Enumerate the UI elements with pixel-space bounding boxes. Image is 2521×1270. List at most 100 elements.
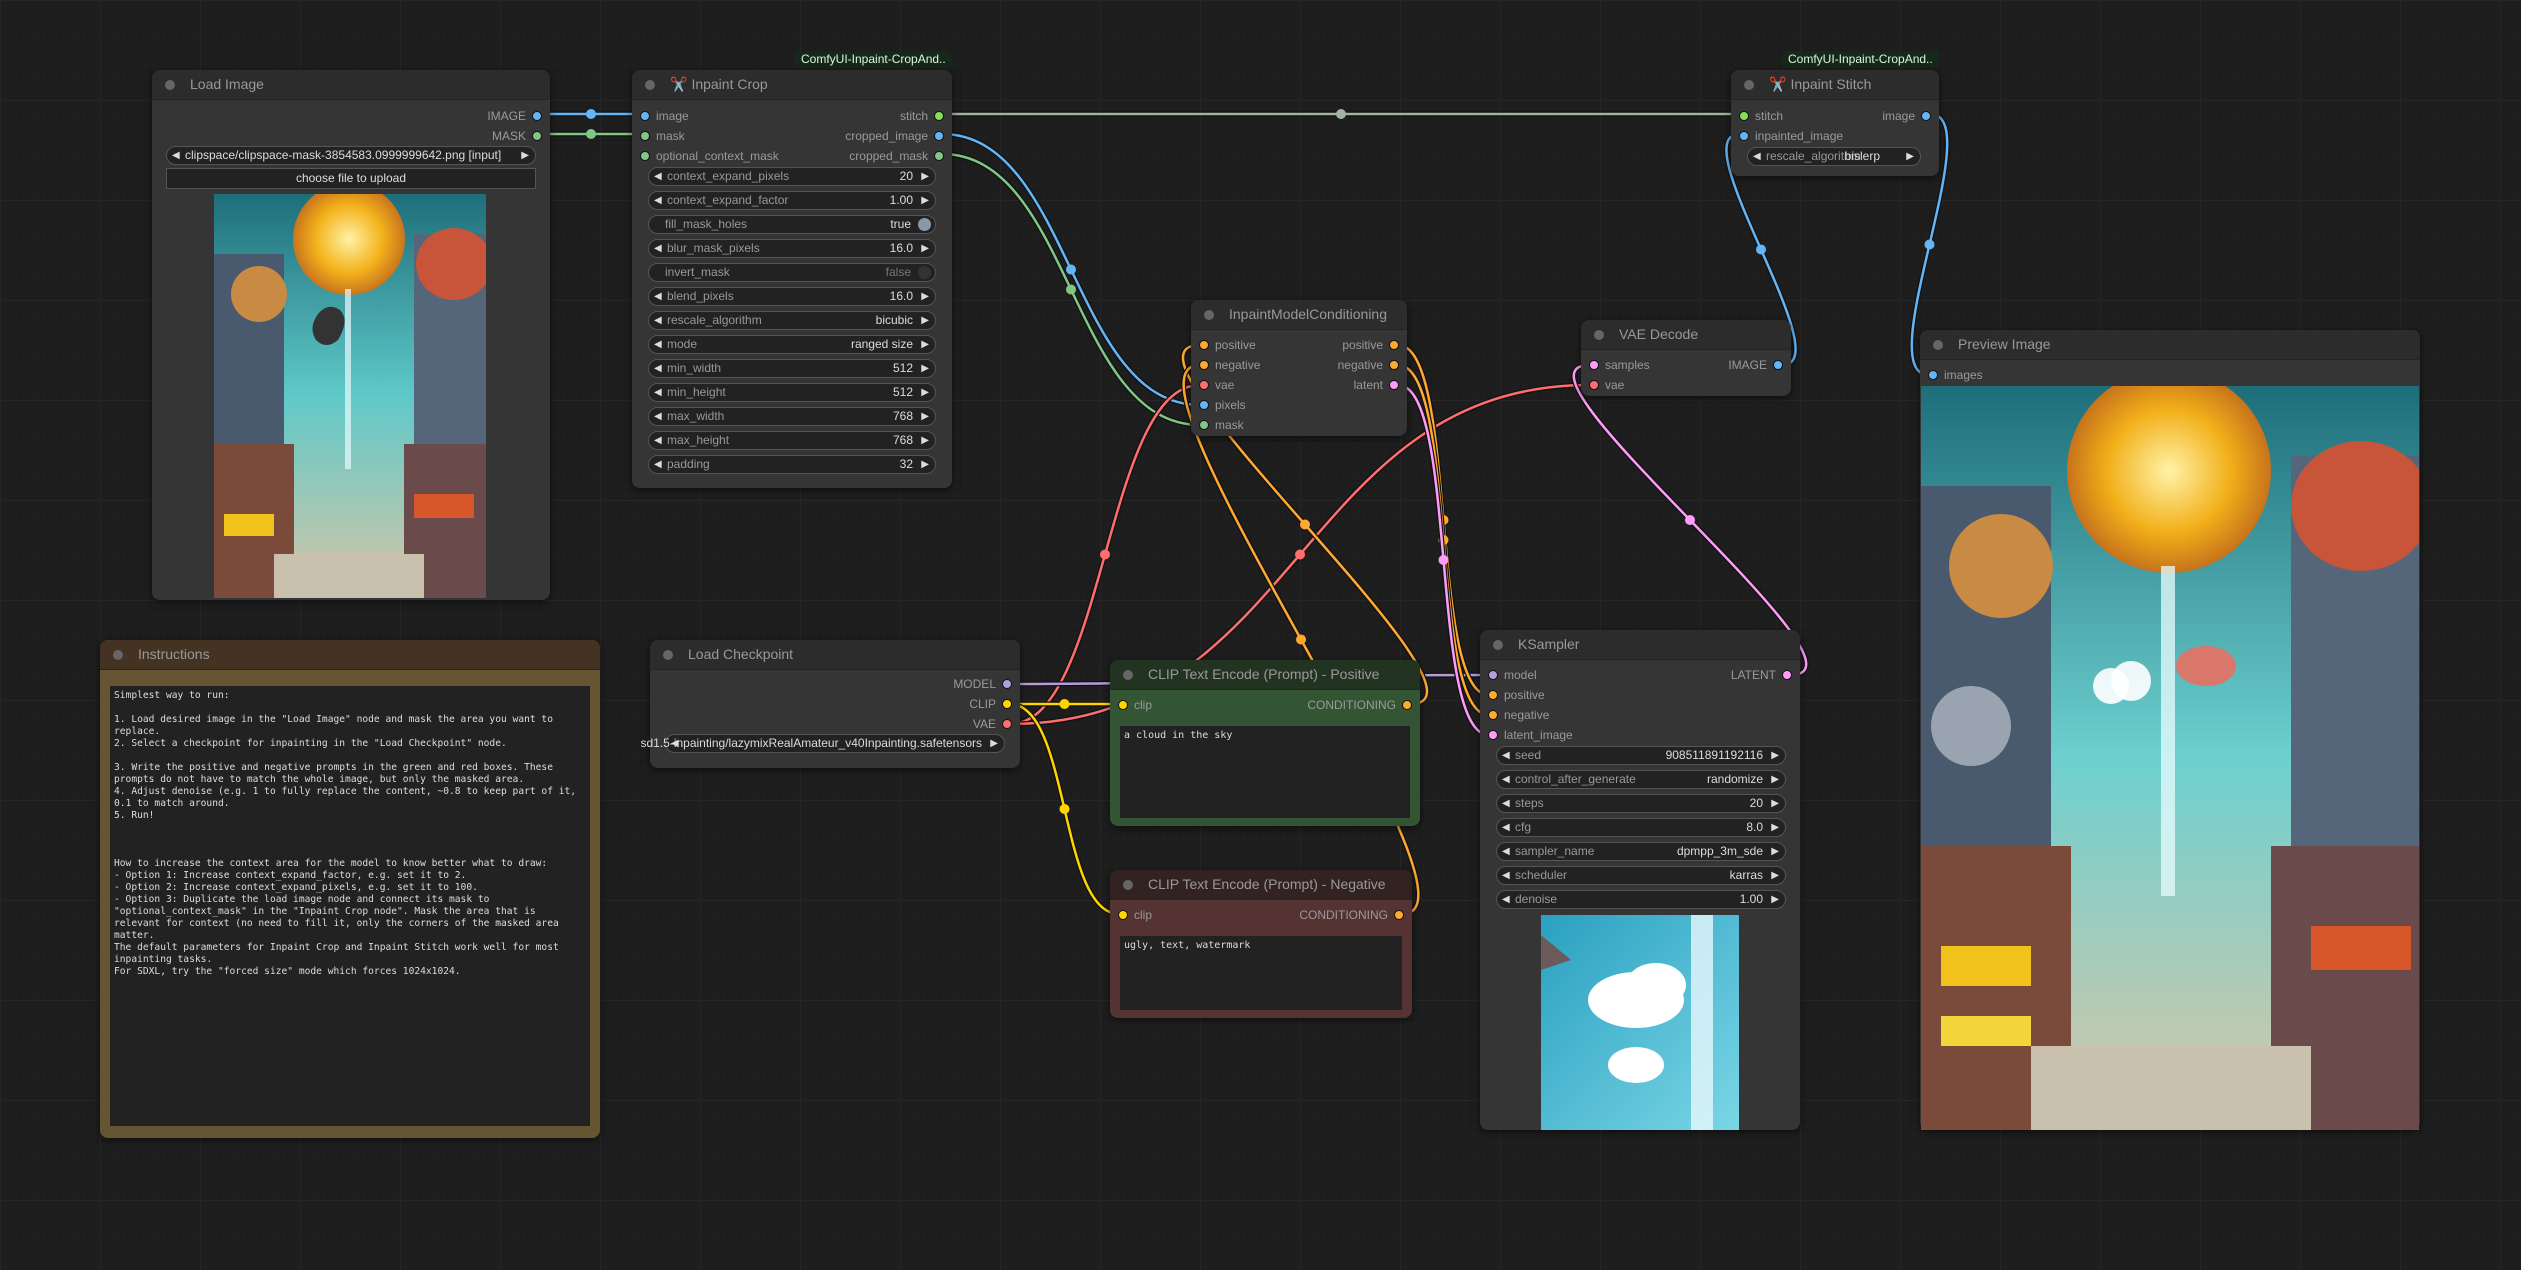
output-slot-conditioning[interactable]: CONDITIONING — [1299, 905, 1404, 925]
link-mask-to-crop-midpoint[interactable] — [586, 129, 596, 139]
pin-stitch[interactable] — [1739, 111, 1749, 121]
pin-conditioning[interactable] — [1199, 340, 1209, 350]
arrow-left-icon[interactable]: ◀ — [1753, 148, 1761, 165]
link-cond-positive-to-ksampler-midpoint[interactable] — [1438, 515, 1449, 525]
arrow-left-icon[interactable]: ◀ — [1502, 843, 1510, 860]
output-slot-latent[interactable]: LATENT — [1731, 665, 1792, 685]
instructions-text[interactable] — [110, 686, 590, 1126]
pin-latent[interactable] — [1389, 380, 1399, 390]
arrow-left-icon[interactable]: ◀ — [1502, 747, 1510, 764]
arrow-left-icon[interactable]: ◀ — [172, 147, 180, 164]
input-slot-negative[interactable]: negative — [1488, 705, 1549, 725]
input-slot-mask[interactable]: mask — [640, 126, 685, 146]
arrow-right-icon[interactable]: ▶ — [921, 384, 929, 401]
widget-min-height[interactable]: ◀ min_height 512 ▶ — [648, 383, 936, 402]
output-slot-latent[interactable]: latent — [1354, 375, 1399, 395]
arrow-left-icon[interactable]: ◀ — [654, 312, 662, 329]
output-slot-image[interactable]: IMAGE — [1728, 355, 1783, 375]
pin-mask[interactable] — [640, 131, 650, 141]
node-title-bar[interactable]: ✂️ Inpaint Stitch — [1731, 70, 1939, 100]
node-vae-decode[interactable]: VAE Decode samples vae IMAGE — [1581, 320, 1791, 396]
output-slot-negative[interactable]: negative — [1338, 355, 1399, 375]
collapse-dot[interactable] — [1123, 670, 1133, 680]
collapse-dot[interactable] — [1933, 340, 1943, 350]
input-slot-pixels[interactable]: pixels — [1199, 395, 1246, 415]
link-vae-to-decode-midpoint[interactable] — [1295, 549, 1305, 560]
collapse-dot[interactable] — [645, 80, 655, 90]
widget-rescale-algorithm[interactable]: ◀ rescale_algorithm bislerp ▶ — [1747, 147, 1921, 166]
link-cropped-image-to-pixels-midpoint[interactable] — [1066, 264, 1076, 275]
link-negative-to-conditioning-midpoint[interactable] — [1296, 634, 1306, 645]
input-slot-samples[interactable]: samples — [1589, 355, 1650, 375]
arrow-left-icon[interactable]: ◀ — [654, 288, 662, 305]
pin-stitch[interactable] — [934, 111, 944, 121]
toggle-knob[interactable] — [918, 266, 931, 279]
widget-context-expand-factor[interactable]: ◀ context_expand_factor 1.00 ▶ — [648, 191, 936, 210]
collapse-dot[interactable] — [1744, 80, 1754, 90]
pin-image[interactable] — [934, 131, 944, 141]
node-title-bar[interactable]: Load Checkpoint — [650, 640, 1020, 670]
link-clip-to-negative[interactable] — [1009, 702, 1120, 916]
input-slot-vae[interactable]: vae — [1199, 375, 1234, 395]
collapse-dot[interactable] — [1594, 330, 1604, 340]
link-decode-to-stitch-midpoint[interactable] — [1756, 244, 1766, 255]
pin-model[interactable] — [1488, 670, 1498, 680]
image-combo[interactable]: ◀ clipspace/clipspace-mask-3854583.09999… — [166, 146, 536, 165]
node-title-bar[interactable]: KSampler — [1480, 630, 1800, 660]
widget-fill-mask-holes[interactable]: fill_mask_holes true — [648, 215, 936, 234]
arrow-right-icon[interactable]: ▶ — [921, 456, 929, 473]
arrow-right-icon[interactable]: ▶ — [990, 735, 998, 752]
arrow-right-icon[interactable]: ▶ — [1771, 891, 1779, 908]
node-title-bar[interactable]: InpaintModelConditioning — [1191, 300, 1407, 330]
arrow-right-icon[interactable]: ▶ — [921, 168, 929, 185]
widget-denoise[interactable]: ◀ denoise 1.00 ▶ — [1496, 890, 1786, 909]
collapse-dot[interactable] — [113, 650, 123, 660]
input-slot-clip[interactable]: clip — [1118, 905, 1152, 925]
arrow-right-icon[interactable]: ▶ — [1771, 747, 1779, 764]
arrow-right-icon[interactable]: ▶ — [921, 288, 929, 305]
widget-padding[interactable]: ◀ padding 32 ▶ — [648, 455, 936, 474]
input-slot-mask[interactable]: mask — [1199, 415, 1244, 435]
arrow-left-icon[interactable]: ◀ — [654, 456, 662, 473]
widget-blur-mask-pixels[interactable]: ◀ blur_mask_pixels 16.0 ▶ — [648, 239, 936, 258]
pin-mask[interactable] — [640, 151, 650, 161]
pin-clip[interactable] — [1118, 910, 1128, 920]
pin-conditioning[interactable] — [1199, 360, 1209, 370]
node-clip-text-encode-positive[interactable]: CLIP Text Encode (Prompt) - Positive cli… — [1110, 660, 1420, 826]
widget-context-expand-pixels[interactable]: ◀ context_expand_pixels 20 ▶ — [648, 167, 936, 186]
node-title-bar[interactable]: Instructions — [100, 640, 600, 670]
widget-cfg[interactable]: ◀ cfg 8.0 ▶ — [1496, 818, 1786, 837]
pin-clip[interactable] — [1118, 700, 1128, 710]
output-slot-vae[interactable]: VAE — [973, 714, 1012, 734]
pin-vae[interactable] — [1199, 380, 1209, 390]
pin-latent[interactable] — [1488, 730, 1498, 740]
widget-max-height[interactable]: ◀ max_height 768 ▶ — [648, 431, 936, 450]
widget-rescale-algorithm[interactable]: ◀ rescale_algorithm bicubic ▶ — [648, 311, 936, 330]
toggle-knob[interactable] — [918, 218, 931, 231]
pin-vae[interactable] — [1002, 719, 1012, 729]
arrow-right-icon[interactable]: ▶ — [1771, 771, 1779, 788]
widget-ckpt-name[interactable]: ◀ sd1.5-inpainting/lazymixRealAmateur_v4… — [640, 734, 1005, 753]
widget-scheduler[interactable]: ◀ scheduler karras ▶ — [1496, 866, 1786, 885]
pin-conditioning[interactable] — [1394, 910, 1404, 920]
link-cropped-image-to-pixels[interactable] — [941, 132, 1201, 407]
collapse-dot[interactable] — [663, 650, 673, 660]
arrow-left-icon[interactable]: ◀ — [1502, 795, 1510, 812]
pin-image[interactable] — [640, 111, 650, 121]
arrow-right-icon[interactable]: ▶ — [1906, 148, 1914, 165]
output-slot-cropped-mask[interactable]: cropped_mask — [849, 146, 944, 166]
input-slot-negative[interactable]: negative — [1199, 355, 1260, 375]
node-load-image[interactable]: Load Image IMAGE MASK ◀ clipspace/clipsp… — [152, 70, 550, 600]
arrow-left-icon[interactable]: ◀ — [654, 432, 662, 449]
input-slot-latent-image[interactable]: latent_image — [1488, 725, 1573, 745]
input-slot-clip[interactable]: clip — [1118, 695, 1152, 715]
widget-invert-mask[interactable]: invert_mask false — [648, 263, 936, 282]
node-ksampler[interactable]: KSampler model positive negative latent_… — [1480, 630, 1800, 1130]
link-negative-to-conditioning[interactable] — [1182, 363, 1420, 916]
widget-max-width[interactable]: ◀ max_width 768 ▶ — [648, 407, 936, 426]
arrow-right-icon[interactable]: ▶ — [921, 336, 929, 353]
link-cropped-mask-to-mask-midpoint[interactable] — [1066, 284, 1076, 295]
arrow-right-icon[interactable]: ▶ — [921, 432, 929, 449]
output-slot-image[interactable]: image — [1882, 106, 1931, 126]
output-slot-positive[interactable]: positive — [1342, 335, 1399, 355]
